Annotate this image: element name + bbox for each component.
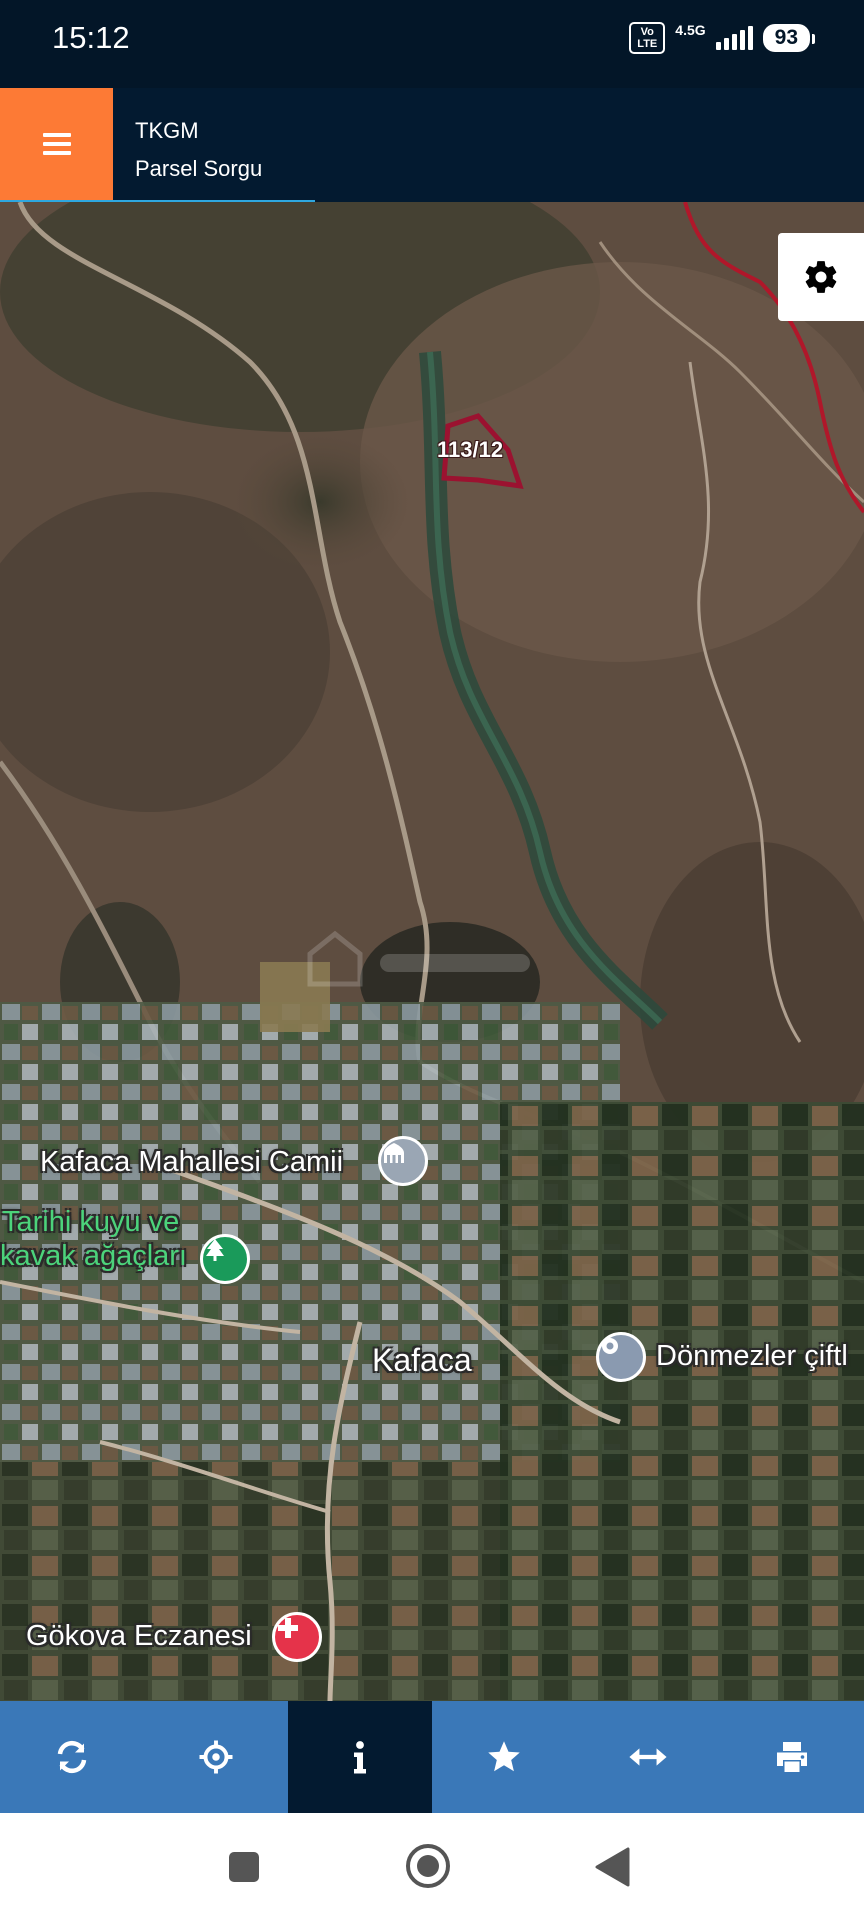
print-button[interactable]: [720, 1701, 864, 1813]
place-label-farm[interactable]: Dönmezler çiftl: [656, 1340, 848, 1373]
signal-icon: [715, 26, 753, 50]
watermark-logo: [307, 930, 530, 987]
status-indicators: Vo LTE 4.5G 93: [629, 18, 816, 58]
gear-icon: [805, 261, 837, 293]
app-title: TKGM: [135, 118, 199, 143]
volte-icon: Vo LTE: [629, 22, 666, 54]
refresh-button[interactable]: [0, 1701, 144, 1813]
app-header: TKGM Parsel Sorgu: [0, 88, 864, 205]
pharmacy-icon[interactable]: [272, 1612, 322, 1662]
mosque-icon[interactable]: [378, 1136, 428, 1186]
parcel-label[interactable]: 113/12: [437, 437, 503, 463]
volte-bottom-label: LTE: [637, 38, 658, 50]
status-time: 15:12: [52, 20, 130, 55]
hamburger-icon: [42, 133, 71, 155]
tree-icon[interactable]: [200, 1234, 250, 1284]
app-subtitle: Parsel Sorgu: [135, 156, 263, 181]
home-circle-icon: [406, 1844, 450, 1888]
recents-button[interactable]: [228, 1851, 260, 1888]
measure-button[interactable]: [576, 1701, 720, 1813]
home-button[interactable]: [405, 1843, 451, 1894]
menu-button[interactable]: [0, 88, 113, 200]
crosshair-icon: [199, 1740, 233, 1774]
print-icon: [777, 1742, 807, 1772]
locate-button[interactable]: [144, 1701, 288, 1813]
place-label-historic-well[interactable]: Tarihi kuyu ve: [2, 1206, 179, 1239]
volte-top-label: Vo: [640, 26, 654, 38]
battery-indicator: 93: [762, 24, 816, 52]
star-icon: [488, 1741, 520, 1772]
map-view[interactable]: 113/12 Kafaca Mahallesi Camii Tarihi kuy…: [0, 202, 864, 1701]
bottom-toolbar: [0, 1701, 864, 1813]
favorites-button[interactable]: [432, 1701, 576, 1813]
info-button[interactable]: [288, 1701, 432, 1813]
place-label-pharmacy[interactable]: Gökova Eczanesi: [26, 1620, 252, 1653]
place-pin-icon[interactable]: [596, 1332, 646, 1382]
measure-arrows-icon: [629, 1748, 667, 1766]
network-type: 4.5G: [675, 22, 706, 38]
place-label-mosque[interactable]: Kafaca Mahallesi Camii: [40, 1146, 343, 1179]
status-bar: 15:12 Vo LTE 4.5G 93: [0, 0, 864, 88]
refresh-icon: [57, 1740, 87, 1774]
recents-square-icon: [229, 1852, 259, 1882]
place-label-village[interactable]: Kafaca: [372, 1342, 472, 1379]
map-settings-button[interactable]: [778, 233, 864, 321]
back-triangle-icon: [595, 1847, 630, 1887]
info-icon: [354, 1741, 366, 1774]
back-button[interactable]: [594, 1847, 630, 1892]
place-label-poplar-trees[interactable]: kavak ağaçları: [0, 1240, 187, 1273]
system-nav-bar: [0, 1813, 864, 1920]
